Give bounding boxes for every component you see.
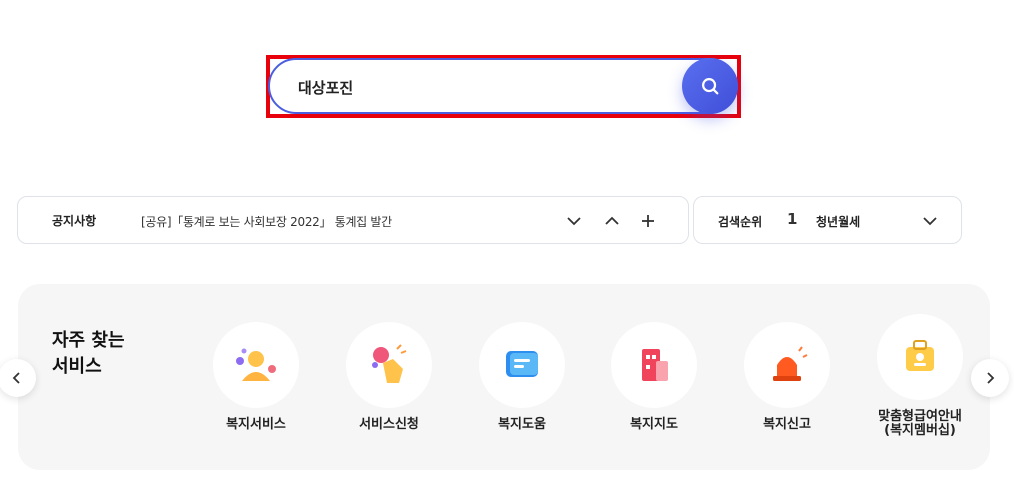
notice-bar: 공지사항 [공유]「통계로 보는 사회보장 2022」 통계집 발간 [17, 196, 689, 244]
chat-bubble-icon [506, 351, 538, 377]
ranking-expand-button[interactable] [918, 209, 942, 233]
chevron-left-icon [12, 372, 20, 384]
search-icon [702, 78, 719, 95]
notice-label: 공지사항 [52, 214, 97, 228]
service-welfare-services[interactable]: 복지서비스 [196, 322, 316, 432]
ranking-label: 검색순위 [718, 215, 763, 229]
notice-more-button[interactable] [636, 209, 660, 233]
search-button[interactable] [682, 58, 738, 114]
service-label: 복지서비스 [226, 417, 286, 432]
service-label: 복지신고 [763, 417, 811, 432]
service-service-application[interactable]: 서비스신청 [329, 322, 449, 432]
service-welfare-report[interactable]: 복지신고 [727, 322, 847, 432]
service-welfare-help[interactable]: 복지도움 [462, 322, 582, 432]
chevron-right-icon [987, 372, 995, 384]
services-title: 자주 찾는 서비스 [52, 330, 125, 377]
notice-prev-button[interactable] [600, 209, 624, 233]
membership-badge-icon [906, 340, 934, 371]
service-label: 복지도움 [498, 417, 546, 432]
ranking-number: 1 [787, 210, 798, 228]
service-label: 맞춤형급여안내 (복지멤버십) [878, 409, 962, 438]
chevron-down-icon [567, 217, 581, 226]
notice-next-button[interactable] [562, 209, 586, 233]
search-input[interactable] [298, 72, 678, 102]
plus-icon [642, 215, 654, 227]
search-ranking-bar: 검색순위 1 청년월세 [693, 196, 962, 244]
chevron-up-icon [605, 216, 619, 225]
map-building-icon [642, 349, 668, 381]
service-label: 복지지도 [630, 417, 678, 432]
alarm-siren-icon [773, 346, 808, 381]
service-welfare-map[interactable]: 복지지도 [594, 322, 714, 432]
notice-link[interactable]: [공유]「통계로 보는 사회보장 2022」 통계집 발간 [141, 213, 392, 230]
people-icon [236, 348, 276, 381]
service-label: 서비스신청 [359, 417, 419, 432]
chevron-down-icon [923, 217, 937, 226]
search-box[interactable] [268, 58, 738, 114]
ranking-term-link[interactable]: 청년월세 [816, 213, 860, 230]
frequent-services-panel: 자주 찾는 서비스 복지서비스 서비스신청 복지도움 복지지도 복지신고 맞춤형… [18, 284, 990, 470]
carousel-next-button[interactable] [971, 359, 1009, 397]
hand-pointer-icon [372, 344, 407, 383]
service-customized-benefits[interactable]: 맞춤형급여안내 (복지멤버십) [860, 314, 980, 438]
